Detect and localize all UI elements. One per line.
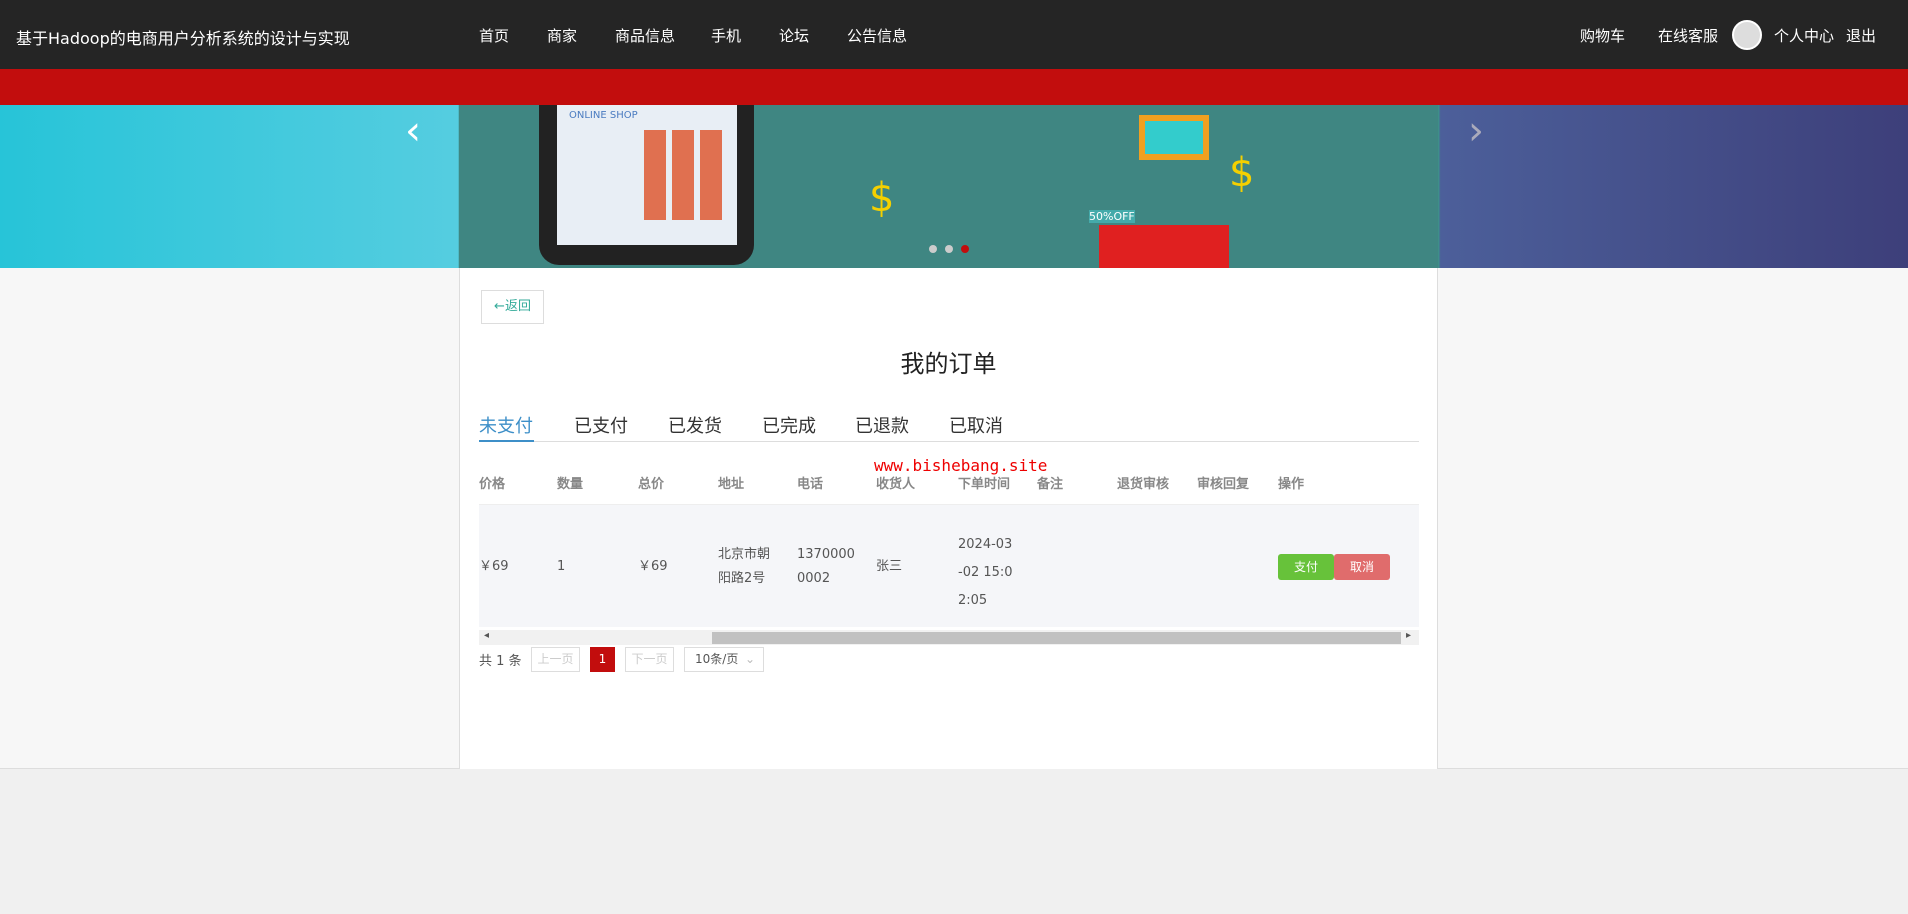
- page-1-button[interactable]: 1: [590, 647, 615, 672]
- tab-divider: [479, 441, 1419, 442]
- col-time: 下单时间: [958, 477, 1011, 492]
- total-count: 共 1 条: [479, 654, 522, 669]
- col-action: 操作: [1278, 477, 1305, 492]
- tab-unpaid[interactable]: 未支付: [479, 412, 533, 438]
- chevron-right-icon[interactable]: ›: [1468, 108, 1484, 154]
- tab-refunded[interactable]: 已退款: [855, 412, 909, 438]
- col-qty: 数量: [557, 477, 584, 492]
- nav-home[interactable]: 首页: [479, 25, 509, 46]
- nav-profile[interactable]: 个人中心: [1774, 25, 1834, 46]
- tab-active-indicator: [479, 440, 534, 442]
- col-phone: 电话: [797, 477, 824, 492]
- site-title: 基于Hadoop的电商用户分析系统的设计与实现: [16, 29, 350, 48]
- col-remark: 备注: [1037, 477, 1064, 492]
- scroll-left-icon[interactable]: ◂: [484, 630, 489, 641]
- chevron-left-icon[interactable]: ‹: [405, 108, 421, 154]
- banner-image: ONLINE SHOP 50%OFF $ $: [459, 105, 1438, 268]
- col-total: 总价: [638, 477, 665, 492]
- nav-products[interactable]: 商品信息: [615, 25, 675, 46]
- chevron-down-icon: ⌄: [744, 652, 755, 666]
- top-nav: 基于Hadoop的电商用户分析系统的设计与实现 首页 商家 商品信息 手机 论坛…: [0, 0, 1908, 69]
- nav-cart[interactable]: 购物车: [1580, 25, 1625, 46]
- cancel-button[interactable]: 取消: [1334, 554, 1390, 580]
- cell-address: 北京市朝 阳路2号: [718, 547, 771, 586]
- carousel-dot[interactable]: [945, 245, 953, 253]
- cell-price: ￥69: [479, 559, 509, 574]
- nav-forum[interactable]: 论坛: [779, 25, 809, 46]
- nav-phone[interactable]: 手机: [711, 25, 741, 46]
- nav-logout[interactable]: 退出: [1846, 25, 1876, 46]
- cell-phone: 1370000 0002: [797, 547, 855, 586]
- avatar[interactable]: [1732, 20, 1762, 50]
- tab-cancelled[interactable]: 已取消: [949, 412, 1003, 438]
- nav-notice[interactable]: 公告信息: [847, 25, 907, 46]
- col-price: 价格: [479, 477, 506, 492]
- tab-shipped[interactable]: 已发货: [668, 412, 722, 438]
- page-size-select[interactable]: 10条/页 ⌄: [684, 647, 764, 672]
- scrollbar-thumb[interactable]: [712, 632, 1401, 644]
- col-receiver: 收货人: [876, 477, 916, 492]
- page-title: 我的订单: [900, 350, 997, 378]
- prev-page-button[interactable]: 上一页: [531, 647, 580, 672]
- watermark: www.bishebang.site: [874, 456, 1048, 475]
- back-button[interactable]: ←返回: [481, 290, 544, 324]
- cell-receiver: 张三: [876, 559, 903, 574]
- red-bar: [0, 69, 1908, 105]
- cell-time: 2024-03 -02 15:0 2:05: [958, 537, 1013, 608]
- tab-paid[interactable]: 已支付: [574, 412, 628, 438]
- tab-completed[interactable]: 已完成: [762, 412, 816, 438]
- nav-service[interactable]: 在线客服: [1658, 25, 1718, 46]
- carousel-dot[interactable]: [929, 245, 937, 253]
- scroll-right-icon[interactable]: ▸: [1406, 630, 1411, 641]
- pay-button[interactable]: 支付: [1278, 554, 1334, 580]
- col-review-reply: 审核回复: [1197, 477, 1250, 492]
- cell-qty: 1: [557, 559, 566, 574]
- next-page-button[interactable]: 下一页: [625, 647, 674, 672]
- col-return-review: 退货审核: [1117, 477, 1170, 492]
- col-address: 地址: [718, 477, 745, 492]
- carousel-dot-active[interactable]: [961, 245, 969, 253]
- cell-total: ￥69: [638, 559, 668, 574]
- nav-merchant[interactable]: 商家: [547, 25, 577, 46]
